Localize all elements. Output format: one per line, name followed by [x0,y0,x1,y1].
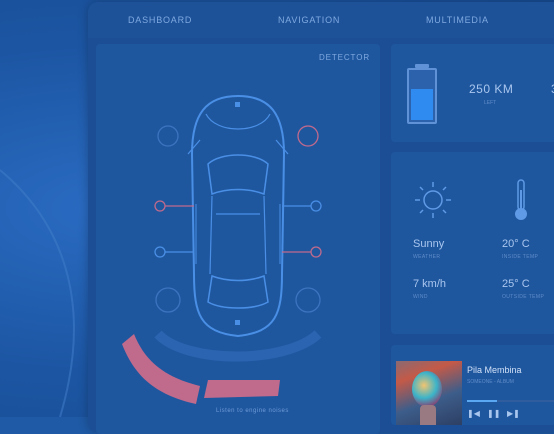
inside-temperature: 20° C [502,238,530,250]
sensor-right-front [282,200,322,212]
track-progress-bar[interactable] [467,400,554,402]
sensor-circle-bottom-right [295,287,321,313]
wind-speed-label: WIND [413,294,428,300]
distance-label: LEFT [484,100,497,106]
wind-speed: 7 km/h [413,278,447,290]
car-roof [209,195,267,275]
detector-panel: DETECTOR Listen to engine noises [96,44,380,434]
weather-panel: Sunny WEATHER 20° C INSIDE TEMP 7 km/h W… [391,152,554,334]
sensor-left-rear [154,246,194,258]
car-side-lines [195,204,281,264]
car-windshield [207,154,269,196]
proximity-arc-inner [154,330,322,362]
sensor-front [235,102,240,107]
car-diagram [122,94,322,404]
inside-temperature-label: INSIDE TEMP [502,254,539,260]
album-art [396,361,462,425]
outside-temperature-label: OUTSIDE TEMP [502,294,545,300]
sensor-circle-bottom-left [155,287,181,313]
sensor-circle-top-right [297,125,319,147]
car-rear-window [207,274,269,309]
detector-caption: Listen to engine noises [216,408,289,414]
battery-panel: 250 KM LEFT 3 [391,44,554,142]
track-progress-fill [467,400,497,402]
weather-condition-label: WEATHER [413,254,441,260]
sensor-right-rear [282,246,322,258]
background-curve [0,169,75,417]
battery-fill [411,88,433,120]
tab-navigation[interactable]: NAVIGATION [278,15,340,25]
tab-multimedia[interactable]: MULTIMEDIA [426,15,489,25]
sun-icon [415,182,451,218]
track-title: Pila Membina [467,365,522,375]
dashboard-window: DASHBOARD NAVIGATION MULTIMEDIA DETECTOR [88,2,554,434]
weather-condition: Sunny [413,238,445,250]
sensor-left-front [154,200,194,212]
proximity-arc-warning-left [122,334,200,404]
sensor-rear [235,320,240,325]
proximity-arc-warning-center [204,380,280,398]
thermometer-icon [515,179,527,220]
car-hood-lines [187,113,289,155]
sensor-circle-top-left [157,125,179,147]
music-panel: Pila Membina SOMEONE - ALBUM ❚◀ ❚❚ ▶❚ [391,345,554,425]
battery-icon [407,64,437,124]
distance-value: 250 KM [469,82,514,96]
outside-temperature: 25° C [502,278,530,290]
car-outline [190,94,286,338]
track-artist: SOMEONE - ALBUM [467,379,514,385]
top-navigation: DASHBOARD NAVIGATION MULTIMEDIA [88,2,554,38]
tab-dashboard[interactable]: DASHBOARD [128,15,192,25]
